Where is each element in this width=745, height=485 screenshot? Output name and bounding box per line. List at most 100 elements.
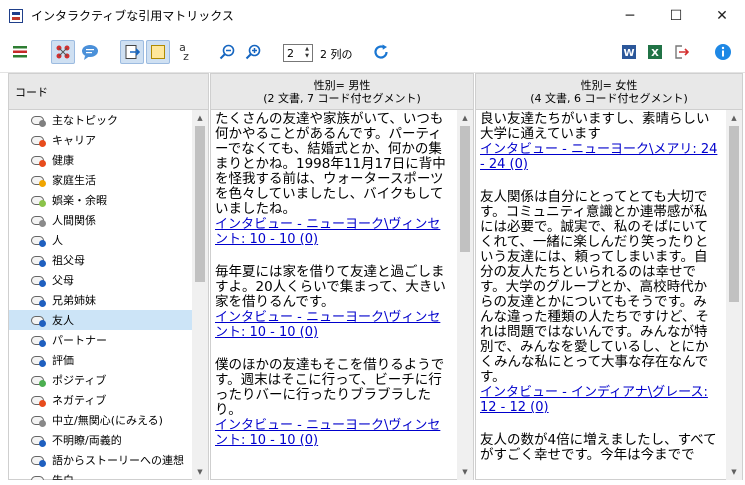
- code-item-label: 主なトピック: [52, 114, 118, 127]
- code-item[interactable]: 語からストーリーへの連想: [9, 450, 193, 470]
- info-icon[interactable]: [711, 40, 735, 64]
- code-item[interactable]: 友人: [9, 310, 193, 330]
- column-scrollbar[interactable]: ▲ ▼: [726, 110, 742, 480]
- code-item[interactable]: 評価: [9, 350, 193, 370]
- code-item[interactable]: 娯楽・余暇: [9, 190, 193, 210]
- code-tag-icon: [31, 315, 46, 327]
- scrollbar-thumb[interactable]: [460, 126, 470, 252]
- comment-icon[interactable]: [78, 40, 102, 64]
- zoom-in-icon[interactable]: [241, 40, 265, 64]
- code-tag-icon: [31, 175, 46, 187]
- code-item-label: キャリア: [52, 134, 96, 147]
- word-export-icon[interactable]: W: [617, 40, 641, 64]
- code-item[interactable]: ポジティブ: [9, 370, 193, 390]
- scroll-down-icon[interactable]: ▼: [726, 464, 742, 480]
- code-tag-icon: [31, 135, 46, 147]
- code-item[interactable]: 中立/無関心(にみえる): [9, 410, 193, 430]
- code-tag-icon: [31, 395, 46, 407]
- code-item[interactable]: 人間関係: [9, 210, 193, 230]
- column-male: 性別= 男性 (2 文書, 7 コード付セグメント) たくさんの友達や家族がいて…: [210, 73, 474, 480]
- code-item[interactable]: 家庭生活: [9, 170, 193, 190]
- scrollbar-thumb[interactable]: [195, 126, 205, 282]
- coded-segment: 友人関係は自分にとってとても大切です。コミュニティ意識とか連帯感が私には必要で。…: [480, 189, 720, 416]
- code-item[interactable]: パートナー: [9, 330, 193, 350]
- segment-text: 友人の数が4倍に増えましたし、すべてがすごく幸せです。今年は今までで: [480, 432, 717, 463]
- segment-text: 友人関係は自分にとってとても大切です。コミュニティ意識とか連帯感が私には必要で。…: [480, 189, 709, 385]
- segment-source-link[interactable]: インタビュー - ニューヨーク\ヴィンセント: 10 - 10 (0): [215, 310, 452, 340]
- code-item-label: 語からストーリーへの連想: [52, 454, 184, 467]
- code-item[interactable]: 祖父母: [9, 250, 193, 270]
- segment-source-link[interactable]: インタビュー - ニューヨーク\ヴィンセント: 10 - 10 (0): [215, 217, 452, 247]
- codes-scrollbar[interactable]: ▲ ▼: [192, 110, 208, 480]
- close-button[interactable]: ✕: [699, 0, 745, 31]
- scrollbar-thumb[interactable]: [729, 126, 739, 302]
- coded-segment: 毎年夏には家を借りて友達と過ごしますよ。20人くらいで集まって、大きい家を借りる…: [215, 265, 452, 341]
- zoom-out-icon[interactable]: [215, 40, 239, 64]
- scroll-up-icon[interactable]: ▲: [457, 110, 473, 126]
- code-item-label: 告白: [52, 472, 74, 480]
- code-item[interactable]: 健康: [9, 150, 193, 170]
- segment-source-link[interactable]: インタビュー - ニューヨーク\ヴィンセント: 10 - 10 (0): [215, 418, 452, 448]
- window-title: インタラクティブな引用マトリックス: [31, 9, 234, 23]
- segment-text: 僕のほかの友達もそこを借りるようです。週末はそこに行って、ビーチに行ったりバーに…: [215, 357, 445, 418]
- code-tag-icon: [31, 455, 46, 467]
- code-item[interactable]: 人: [9, 230, 193, 250]
- memo-icon[interactable]: [146, 40, 170, 64]
- code-item[interactable]: 主なトピック: [9, 110, 193, 130]
- svg-text:X: X: [651, 48, 659, 59]
- scroll-down-icon[interactable]: ▼: [457, 464, 473, 480]
- code-item-label: 祖父母: [52, 254, 85, 267]
- column-header[interactable]: 性別= 女性 (4 文書, 6 コード付セグメント): [476, 74, 742, 110]
- code-item[interactable]: 告白: [9, 470, 193, 480]
- refresh-icon[interactable]: [369, 40, 393, 64]
- code-item-label: 娯楽・余暇: [52, 194, 107, 207]
- export-icon[interactable]: [669, 40, 693, 64]
- code-list: 主なトピック キャリア健康 家庭生活娯楽・余暇人間関係人祖父母父母 兄弟姉妹友人パート…: [9, 110, 193, 480]
- code-item-label: 不明瞭/両義的: [52, 434, 122, 447]
- scroll-up-icon[interactable]: ▲: [726, 110, 742, 126]
- segment-source-link[interactable]: インタビュー - ニューヨーク\メアリ: 24 - 24 (0): [480, 142, 720, 172]
- svg-text:W: W: [623, 48, 634, 59]
- code-map-icon[interactable]: [51, 40, 75, 64]
- codes-header: コード: [9, 74, 208, 110]
- code-tag-icon: [31, 195, 46, 207]
- code-item[interactable]: ネガティブ: [9, 390, 193, 410]
- excel-export-icon[interactable]: X: [643, 40, 667, 64]
- segments-area: 良い友達たちがいますし、素晴らしい大学に通えています インタビュー - ニューヨー…: [476, 110, 724, 480]
- export-segment-icon[interactable]: [120, 40, 144, 64]
- scroll-up-icon[interactable]: ▲: [192, 110, 208, 126]
- segment-text: 良い友達たちがいますし、素晴らしい大学に通えています: [480, 111, 710, 142]
- code-tag-icon: [31, 115, 46, 127]
- code-item-label: 友人: [52, 314, 74, 327]
- code-item-label: パートナー: [52, 334, 107, 347]
- minimize-button[interactable]: ─: [607, 0, 653, 31]
- stepper-arrows-icon[interactable]: ▲ ▼: [303, 46, 311, 60]
- code-item[interactable]: 兄弟姉妹: [9, 290, 193, 310]
- coded-segment: 僕のほかの友達もそこを借りるようです。週末はそこに行って、ビーチに行ったりバーに…: [215, 357, 452, 449]
- code-tag-icon: [31, 215, 46, 227]
- scroll-down-icon[interactable]: ▼: [192, 464, 208, 480]
- code-item[interactable]: キャリア: [9, 130, 193, 150]
- code-item-label: ポジティブ: [52, 374, 107, 387]
- code-tag-icon: [31, 295, 46, 307]
- column-count-stepper[interactable]: 2 ▲ ▼: [283, 44, 313, 62]
- code-list-icon[interactable]: [8, 40, 32, 64]
- column-scrollbar[interactable]: ▲ ▼: [457, 110, 473, 480]
- code-tag-icon: [31, 155, 46, 167]
- sort-az-icon[interactable]: az: [172, 40, 196, 64]
- maximize-button[interactable]: ☐: [653, 0, 699, 31]
- code-item-label: 中立/無関心(にみえる): [52, 414, 163, 427]
- column-header[interactable]: 性別= 男性 (2 文書, 7 コード付セグメント): [211, 74, 473, 110]
- toolbar: az 2 ▲ ▼ 2 列の W X: [0, 31, 745, 73]
- code-tag-icon: [31, 255, 46, 267]
- code-tag-icon: [31, 475, 46, 480]
- code-tag-icon: [31, 275, 46, 287]
- title-bar: インタラクティブな引用マトリックス ─ ☐ ✕: [0, 0, 745, 31]
- code-tag-icon: [31, 355, 46, 367]
- code-item[interactable]: 父母: [9, 270, 193, 290]
- code-item-label: ネガティブ: [52, 394, 107, 407]
- app-icon: [9, 8, 23, 23]
- segment-source-link[interactable]: インタビュー - インディアナ\グレース: 12 - 12 (0): [480, 385, 720, 415]
- coded-segment: 友人の数が4倍に増えましたし、すべてがすごく幸せです。今年は今までで: [480, 433, 720, 463]
- code-item[interactable]: 不明瞭/両義的: [9, 430, 193, 450]
